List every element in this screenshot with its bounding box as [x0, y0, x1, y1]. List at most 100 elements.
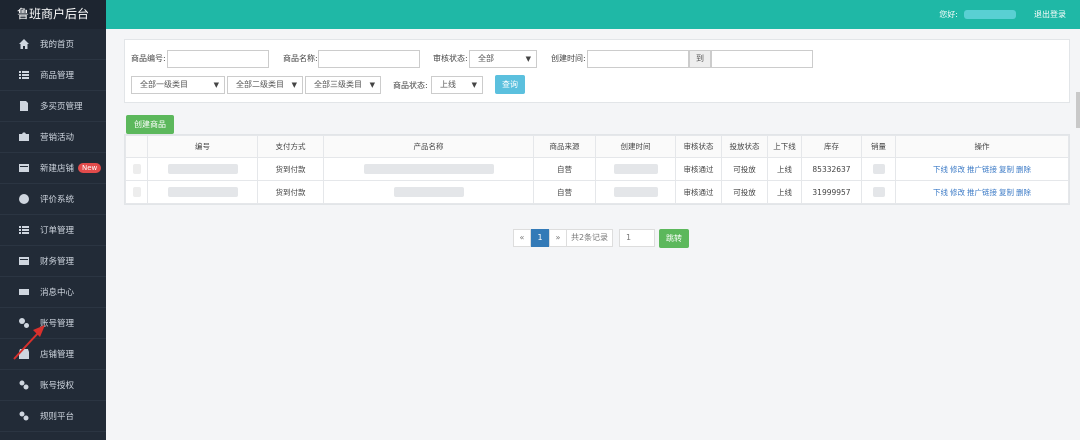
header-payment: 支付方式: [257, 135, 324, 158]
sidebar-item-2[interactable]: 多买页管理: [0, 91, 106, 122]
sidebar-item-label: 账号授权: [40, 381, 75, 391]
row-audit-status: 审核通过: [675, 157, 722, 181]
row-delivery-status: 可投放: [721, 180, 768, 204]
jump-button[interactable]: 跳转: [659, 228, 689, 248]
sidebar-item-8[interactable]: 消息中心: [0, 277, 106, 308]
table-header-row: 编号 支付方式 产品名称 商品来源 创建时间 审核状态 投放状态 上下线 库存 …: [125, 135, 1069, 158]
sidebar-item-3[interactable]: 营销活动: [0, 122, 106, 153]
link-icon: [19, 380, 29, 390]
shelf-status-select[interactable]: 上线 ▼: [431, 76, 483, 94]
row-create-time-redacted: [595, 157, 676, 181]
pagination: « 1 » 共2条记录 1 跳转: [513, 228, 689, 248]
sidebar-nav: 我的首页商品管理多买页管理营销活动新建店铺 New 评价系统 订单管理 财务管理 消息中心…: [0, 29, 106, 432]
row-stock: 85332637: [801, 157, 862, 181]
greeting-text: 您好:: [939, 10, 958, 19]
row-id-redacted: [147, 180, 258, 204]
sidebar-item-4[interactable]: 新建店铺 New: [0, 153, 106, 184]
row-checkbox-cell: [125, 180, 148, 204]
start-date-input[interactable]: [587, 50, 689, 68]
product-name-input[interactable]: [318, 50, 420, 68]
sidebar-item-label: 营销活动: [40, 133, 75, 143]
top-user-area: 您好: 退出登录: [939, 9, 1066, 20]
prev-page-button[interactable]: «: [513, 229, 531, 247]
sidebar-item-12[interactable]: 规则平台: [0, 401, 106, 432]
scrollbar-handle[interactable]: [1076, 92, 1080, 128]
table-row: 货到付款 自营 审核通过 可投放 上线 85332637 下线 修改 推广链接 复制 删除: [125, 157, 1069, 181]
row-create-time-redacted: [595, 180, 676, 204]
camera-icon: [19, 132, 29, 141]
sidebar-item-label: 店铺管理: [40, 350, 75, 360]
shop-icon: [19, 349, 29, 359]
shelf-status-value: 上线: [440, 80, 456, 89]
sidebar-item-label: 账号管理: [40, 319, 75, 329]
row-action-1[interactable]: 修改: [950, 188, 965, 197]
sidebar-item-label: 新建店铺: [40, 164, 75, 174]
row-source: 自营: [533, 157, 596, 181]
sidebar-item-11[interactable]: 账号授权: [0, 370, 106, 401]
create-product-button[interactable]: 创建商品: [126, 115, 174, 134]
sidebar-item-9[interactable]: 账号管理: [0, 308, 106, 339]
username-redacted: [964, 10, 1016, 19]
sidebar-item-7[interactable]: 财务管理: [0, 246, 106, 277]
audit-status-select[interactable]: 全部 ▼: [469, 50, 537, 68]
date-range-to: 到: [689, 50, 711, 68]
category-level3-select[interactable]: 全部三级类目 ▼: [305, 76, 381, 94]
card-icon: [19, 164, 29, 172]
list-icon: [19, 71, 29, 79]
row-action-4[interactable]: 删除: [1016, 188, 1031, 197]
row-id-redacted: [147, 157, 258, 181]
product-name-label: 商品名称:: [283, 54, 318, 63]
end-date-input[interactable]: [711, 50, 813, 68]
category-level2-value: 全部二级类目: [236, 80, 284, 89]
filter-panel: 商品编号: 商品名称: 审核状态: 全部 ▼ 创建时间: 到 全部一级类目 ▼ …: [124, 39, 1070, 103]
header-source: 商品来源: [533, 135, 596, 158]
list-icon: [19, 226, 29, 234]
row-action-0[interactable]: 下线: [933, 188, 948, 197]
sidebar-item-5[interactable]: 评价系统: [0, 184, 106, 215]
sidebar-item-10[interactable]: 店铺管理: [0, 339, 106, 370]
row-action-4[interactable]: 删除: [1016, 165, 1031, 174]
next-page-button[interactable]: »: [549, 229, 567, 247]
header-sales: 销量: [861, 135, 896, 158]
row-stock: 31999957: [801, 180, 862, 204]
sidebar-item-1[interactable]: 商品管理: [0, 60, 106, 91]
sidebar-item-label: 商品管理: [40, 71, 75, 81]
row-delivery-status: 可投放: [721, 157, 768, 181]
row-action-3[interactable]: 复制: [999, 188, 1014, 197]
audit-status-label: 审核状态:: [433, 54, 468, 63]
header-stock: 库存: [801, 135, 862, 158]
product-id-input[interactable]: [167, 50, 269, 68]
row-action-0[interactable]: 下线: [933, 165, 948, 174]
row-shelf: 上线: [767, 180, 802, 204]
row-action-2[interactable]: 推广链接: [967, 188, 997, 197]
chevron-down-icon: ▼: [525, 55, 531, 63]
row-sales-redacted: [861, 180, 896, 204]
row-action-1[interactable]: 修改: [950, 165, 965, 174]
sidebar-item-0[interactable]: 我的首页: [0, 29, 106, 60]
link-icon: [19, 411, 29, 421]
brand-title: 鲁班商户后台: [0, 0, 106, 29]
row-source: 自营: [533, 180, 596, 204]
top-bar: 您好: 退出登录: [106, 0, 1080, 29]
row-payment: 货到付款: [257, 157, 324, 181]
header-shelf: 上下线: [767, 135, 802, 158]
sidebar-item-label: 我的首页: [40, 40, 75, 50]
sidebar-item-6[interactable]: 订单管理: [0, 215, 106, 246]
row-product-name-redacted: [323, 157, 534, 181]
category-level1-select[interactable]: 全部一级类目 ▼: [131, 76, 225, 94]
chevron-down-icon: ▼: [291, 81, 297, 89]
page-jump-input[interactable]: 1: [619, 229, 655, 247]
page-1-button[interactable]: 1: [531, 229, 549, 247]
search-button[interactable]: 查询: [495, 75, 525, 94]
row-action-2[interactable]: 推广链接: [967, 165, 997, 174]
audit-status-value: 全部: [478, 54, 494, 63]
table-row: 货到付款 自营 审核通过 可投放 上线 31999957 下线 修改 推广链接 复制 删除: [125, 180, 1069, 204]
category-level2-select[interactable]: 全部二级类目 ▼: [227, 76, 303, 94]
row-action-3[interactable]: 复制: [999, 165, 1014, 174]
product-id-label: 商品编号:: [131, 54, 166, 63]
sidebar-item-label: 规则平台: [40, 412, 75, 422]
chevron-down-icon: ▼: [471, 81, 477, 89]
sidebar-item-label: 多买页管理: [40, 102, 83, 112]
logout-link[interactable]: 退出登录: [1034, 9, 1066, 20]
document-icon: [20, 101, 28, 111]
